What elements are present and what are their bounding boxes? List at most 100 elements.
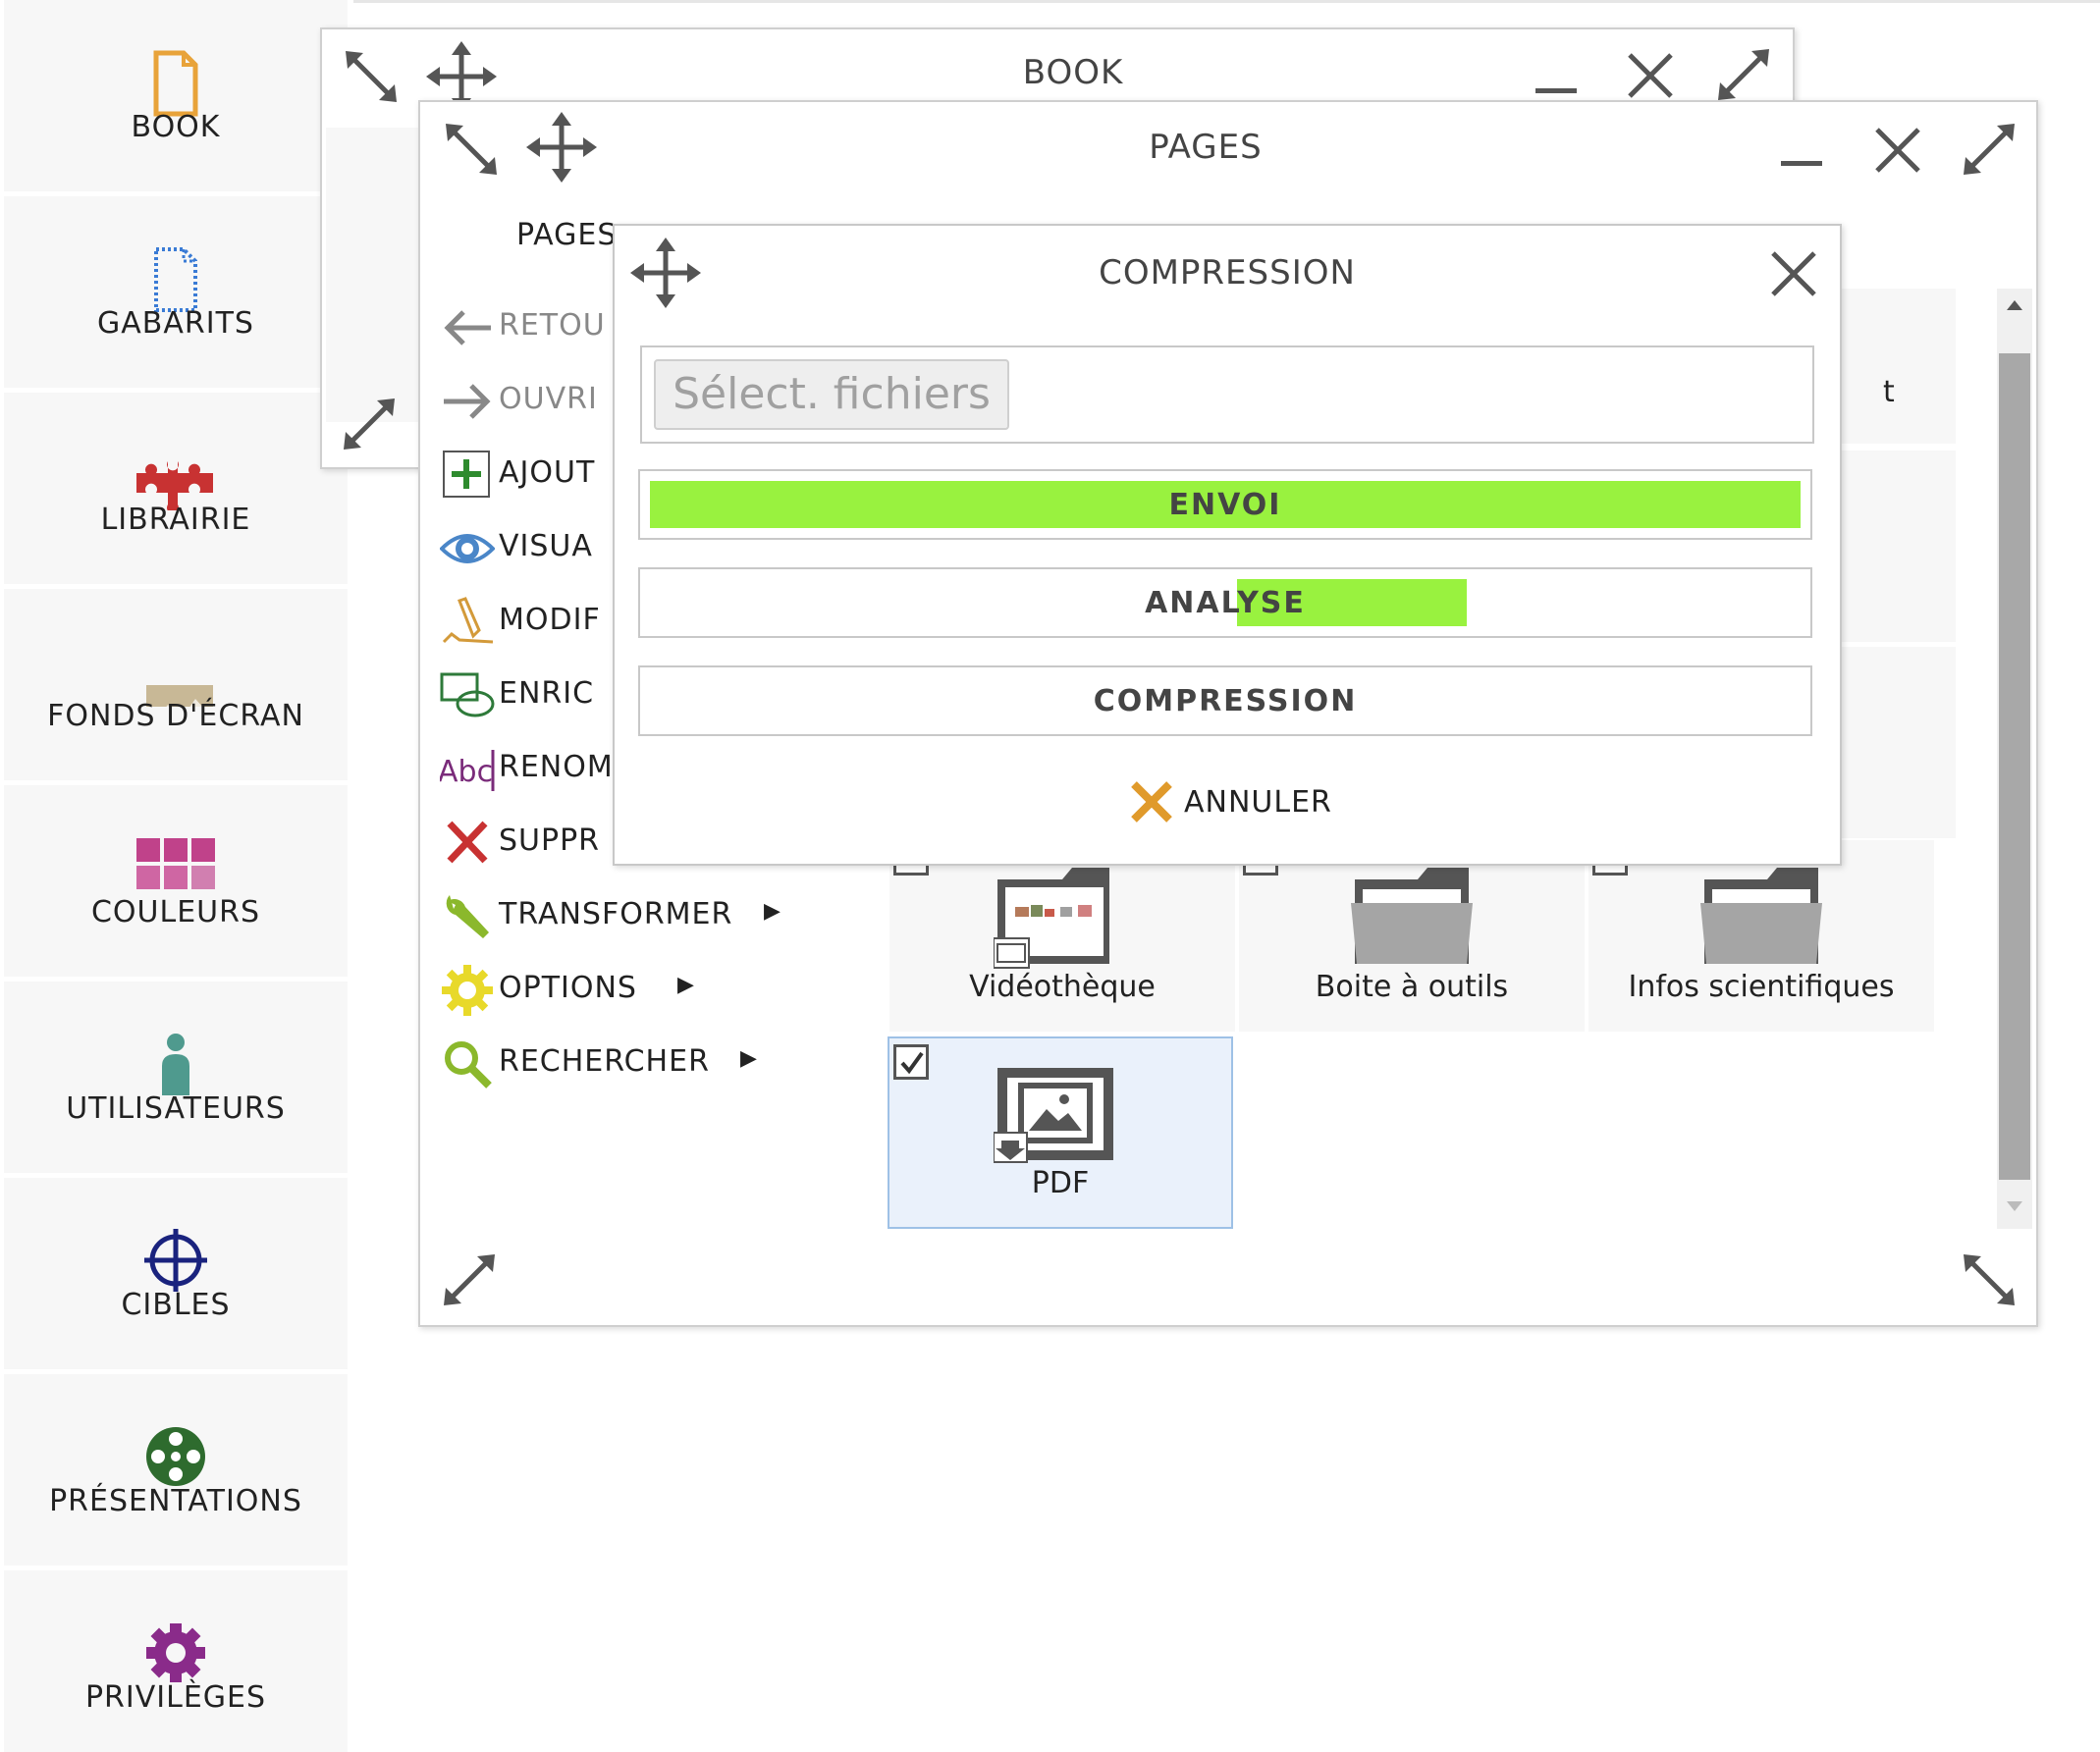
delete-icon [447,821,488,864]
cancel-button[interactable]: ANNULER [1129,775,1345,828]
book-window-panel [326,128,424,422]
select-files-button[interactable]: Sélect. fichiers [654,359,1009,430]
tile-partial-label: t [1883,375,1895,409]
landscape-icon [146,685,213,707]
tile-videotheque[interactable]: Vidéothèque [889,840,1235,1032]
menu-item-label: OPTIONS [499,971,637,1005]
add-icon [443,451,490,498]
sidebar-item-presentations[interactable]: PRÉSENTATIONS [4,1374,348,1566]
color-grid-icon [136,838,215,889]
sidebar-item-label: PRIVILÈGES [84,1680,267,1715]
menu-heading: PAGES [516,218,618,252]
progress-label: ENVOI [1168,488,1282,522]
menu-item-label: ENRIC [499,676,595,711]
rename-icon: Abc [440,750,495,791]
compression-dialog-title: COMPRESSION [1099,253,1356,292]
minimize-icon[interactable] [1781,161,1822,166]
maximize-icon[interactable] [1962,122,2017,177]
sidebar-item-fonds-ecran[interactable]: FONDS D'ÉCRAN [4,589,348,780]
checkmark-icon [900,1051,924,1075]
progress-label: ANALYSE [1145,586,1306,620]
scrollbar-track[interactable] [1997,289,2032,1229]
svg-text:Abc: Abc [440,755,493,789]
cancel-x-icon [1131,781,1172,823]
pages-window-title: PAGES [1149,128,1263,167]
sidebar-item-gabarits[interactable]: GABARITS [4,196,348,388]
sidebar-item-label: UTILISATEURS [66,1091,286,1126]
tile-checkbox-checked[interactable] [893,1044,929,1080]
move-icon[interactable] [630,238,701,308]
resize-corner-icon[interactable] [442,1252,497,1307]
compression-dialog: COMPRESSION Sélect. fichiers [613,224,1842,866]
tile-label: Boite à outils [1315,970,1509,1004]
progress-bar-compression: COMPRESSION [638,665,1812,736]
tile-partial [1834,451,1956,642]
arrow-right-icon [444,384,491,419]
sidebar-item-label: GABARITS [97,306,254,341]
folder-icon [1700,868,1822,964]
tile-partial [1834,647,1956,838]
minimize-icon[interactable] [1535,88,1577,93]
menu-item-options[interactable]: OPTIONS ▶ [420,961,833,1020]
resize-diagonal-icon[interactable] [342,47,401,106]
puzzle-icon [136,461,213,510]
sidebar-item-librairie[interactable]: LIBRAIRIE [4,393,348,584]
film-reel-icon [146,1427,205,1486]
tile-infos-scientifiques[interactable]: Infos scientifiques [1588,840,1934,1032]
sidebar-item-label: FONDS D'ÉCRAN [47,699,304,733]
arrow-left-icon [444,310,491,345]
wrench-icon [446,895,489,938]
eye-icon [440,534,495,563]
menu-item-label: RETOU [499,308,606,343]
image-document-icon [994,1068,1113,1163]
scroll-up-icon[interactable] [2005,298,2024,314]
magnifier-icon [445,1041,492,1088]
tile-label: Vidéothèque [969,970,1156,1004]
close-icon[interactable] [1873,126,1922,175]
tile-partial: t [1834,289,1956,444]
maximize-icon[interactable] [1716,47,1771,102]
tile-label: PDF [1031,1166,1090,1200]
submenu-arrow-icon: ▶ [740,1046,757,1071]
scrollbar-thumb[interactable] [1999,353,2030,1180]
top-border [353,0,2100,3]
move-icon[interactable] [526,112,597,183]
tile-pdf[interactable]: PDF [888,1036,1233,1229]
tile-label: Infos scientifiques [1628,970,1895,1004]
pen-icon [442,597,494,644]
sidebar-item-utilisateurs[interactable]: UTILISATEURS [4,982,348,1173]
cancel-label: ANNULER [1184,785,1332,820]
progress-bar-analyse: ANALYSE [638,567,1812,638]
menu-item-label: AJOUT [499,455,596,490]
sidebar-item-label: PRÉSENTATIONS [49,1484,302,1518]
progress-label: COMPRESSION [1093,684,1358,718]
menu-item-label: TRANSFORMER [499,897,733,931]
progress-bar-envoi: ENVOI [638,469,1812,540]
tile-boite-a-outils[interactable]: Boite à outils [1239,840,1585,1032]
close-icon[interactable] [1626,51,1675,100]
sidebar-item-privileges[interactable]: PRIVILÈGES [4,1570,348,1752]
resize-corner-icon[interactable] [1962,1252,2017,1307]
menu-item-label: MODIF [499,603,601,637]
menu-item-transformer[interactable]: TRANSFORMER ▶ [420,887,833,946]
scroll-down-icon[interactable] [2005,1197,2024,1213]
submenu-arrow-icon: ▶ [677,973,694,997]
folder-icon [1351,868,1473,964]
sidebar-item-label: CIBLES [121,1288,231,1322]
resize-corner-icon[interactable] [342,397,397,451]
user-icon [162,1034,189,1095]
submenu-arrow-icon: ▶ [764,899,781,924]
resize-diagonal-icon[interactable] [442,120,501,179]
menu-item-label: OUVRI [499,382,598,416]
sidebar-item-couleurs[interactable]: COULEURS [4,785,348,977]
video-folder-icon [994,868,1109,969]
template-icon [154,247,197,312]
menu-item-rechercher[interactable]: RECHERCHER ▶ [420,1035,833,1093]
sun-gear-icon [442,965,493,1016]
sidebar-item-cibles[interactable]: CIBLES [4,1178,348,1369]
close-icon[interactable] [1769,249,1818,298]
menu-item-label: VISUA [499,529,593,563]
menu-item-label: SUPPR [499,823,601,858]
sidebar-item-book[interactable]: BOOK [4,0,348,191]
sidebar-item-label: COULEURS [90,895,261,929]
